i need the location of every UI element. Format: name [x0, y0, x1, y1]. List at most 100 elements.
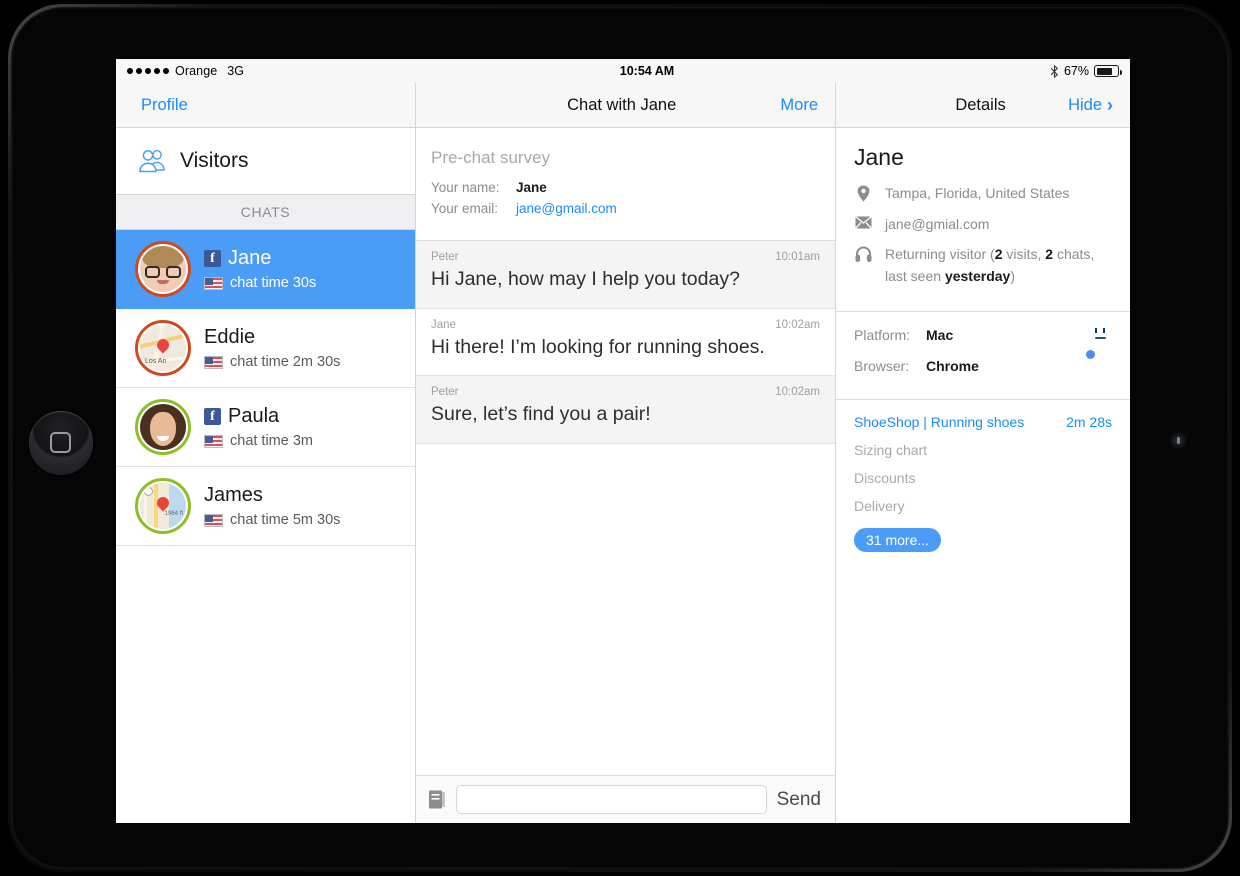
photo-woman-smiling [140, 404, 186, 450]
chats-count: 2 [1045, 246, 1054, 263]
network-type-label: 3G [227, 64, 244, 78]
last-seen-value: yesterday [944, 268, 1011, 285]
map-los-angeles: Los An [140, 325, 186, 371]
chat-list-item-meta: f Paula chat time 3m [204, 405, 313, 449]
chat-list-item-meta: James chat time 5m 30s [204, 484, 340, 528]
visitor-name: Jane [854, 144, 904, 170]
visited-page-row[interactable]: Discounts [854, 470, 1112, 486]
survey-name-label: Your name: [431, 180, 500, 195]
tablet-device-frame: Orange 3G 10:54 AM 67% Profile Chat with… [8, 4, 1232, 872]
chat-list-item-name: Paula [228, 405, 280, 427]
message-author: Peter [431, 386, 459, 399]
avatar [135, 241, 191, 297]
headset-agent-icon [854, 244, 873, 287]
avatar: 1964 ft [135, 478, 191, 534]
survey-email-row: Your email: jane@gmail.com [431, 201, 835, 216]
visitor-location-row: Tampa, Florida, United States [854, 183, 1112, 205]
hide-label: Hide [1068, 95, 1102, 114]
message-author: Peter [431, 251, 459, 263]
visited-pages-list: ShoeShop | Running shoes 2m 28s Sizing c… [836, 400, 1130, 566]
message-timestamp: 10:02am [775, 386, 820, 399]
survey-title: Pre-chat survey [431, 148, 551, 167]
chat-list-item-meta: Eddie chat time 2m 30s [204, 326, 340, 370]
send-button[interactable]: Send [777, 789, 823, 811]
bluetooth-icon [1050, 64, 1059, 78]
chat-list-item-jane[interactable]: f Jane chat time 30s [116, 230, 415, 309]
canned-responses-book-icon[interactable] [428, 789, 446, 810]
message-list: Peter 10:01am Hi Jane, how may I help yo… [416, 241, 835, 775]
visitor-email-row: jane@gmial.com [854, 214, 1112, 236]
message-input[interactable] [456, 785, 767, 814]
nav-left-pane: Profile [116, 83, 416, 128]
visitor-returning-text: Returning visitor (2 visits, 2 chats, las… [885, 244, 1094, 287]
chat-title: Chat with Jane [567, 95, 677, 114]
message-item: Peter 10:01am Hi Jane, how may I help yo… [416, 241, 835, 309]
visited-page-row[interactable]: ShoeShop | Running shoes 2m 28s [854, 414, 1112, 430]
chats-section-header: CHATS [116, 195, 415, 230]
browser-label: Browser: [854, 357, 910, 374]
tech-info: Platform: Mac Browser: Chrome [836, 312, 1130, 400]
details-panel: Jane Tampa, Florida, United States jane@… [836, 128, 1130, 823]
platform-row: Platform: Mac [854, 324, 1112, 346]
message-composer: Send [416, 775, 835, 823]
chat-list-item-time: chat time 5m 30s [230, 512, 341, 528]
survey-email-value[interactable]: jane@gmail.com [516, 201, 617, 216]
visited-page-title: Sizing chart [854, 441, 928, 458]
chat-list-item-meta: f Jane chat time 30s [204, 247, 316, 291]
mac-finder-icon [1090, 324, 1112, 346]
facebook-badge: f [204, 250, 221, 267]
nav-center-pane: Chat with Jane More [416, 83, 836, 128]
hide-details-button[interactable]: Hide › [1068, 96, 1113, 115]
message-author: Jane [431, 318, 456, 331]
signal-strength-dots-icon [127, 68, 169, 74]
status-bar-clock: 10:54 AM [619, 64, 675, 78]
visitors-label: Visitors [180, 149, 249, 172]
chats-word: chats, [1053, 246, 1095, 263]
visited-page-duration: 2m 28s [1066, 413, 1112, 430]
home-button[interactable] [29, 411, 93, 475]
profile-button[interactable]: Profile [141, 96, 188, 115]
message-text: Hi there! I’m looking for running shoes. [431, 335, 765, 358]
visitor-email: jane@gmial.com [885, 215, 990, 232]
us-flag-icon [204, 276, 223, 290]
more-button[interactable]: More [780, 96, 818, 115]
visitor-summary: Jane Tampa, Florida, United States jane@… [836, 128, 1130, 312]
chevron-right-icon: › [1107, 95, 1113, 115]
avatar [135, 399, 191, 455]
chat-list-item-eddie[interactable]: Los An Eddie chat time 2m 30s [116, 309, 415, 388]
chat-list-item-paula[interactable]: f Paula chat time 3m [116, 388, 415, 467]
visits-word: visits, [1002, 246, 1046, 263]
carrier-label: Orange [175, 64, 218, 78]
browser-value: Chrome [926, 357, 979, 374]
message-text: Hi Jane, how may I help you today? [431, 268, 740, 290]
battery-percent-label: 67% [1063, 64, 1089, 78]
map-coastal: 1964 ft [140, 483, 186, 529]
us-flag-icon [204, 513, 223, 527]
visited-page-row[interactable]: Delivery [854, 498, 1112, 514]
visitors-people-icon [139, 149, 165, 173]
more-pages-badge[interactable]: 31 more... [854, 527, 942, 552]
front-camera [1172, 434, 1185, 447]
envelope-icon [854, 214, 873, 236]
visited-page-row[interactable]: Sizing chart [854, 442, 1112, 458]
last-seen-suffix: ) [1010, 268, 1015, 285]
status-bar-right: 67% [1050, 64, 1122, 78]
survey-name-row: Your name: Jane [431, 180, 835, 195]
message-timestamp: 10:01am [775, 251, 820, 263]
returning-prefix: Returning visitor ( [885, 246, 995, 263]
pre-chat-survey: Pre-chat survey Your name: Jane Your ema… [416, 128, 835, 241]
message-item: Jane 10:02am Hi there! I’m looking for r… [416, 308, 835, 377]
tablet-bezel: Orange 3G 10:54 AM 67% Profile Chat with… [11, 7, 1229, 869]
avatar: Los An [135, 320, 191, 376]
visits-count: 2 [994, 246, 1003, 263]
sidebar: Visitors CHATS f Jane chat time 30s Los … [116, 128, 416, 823]
battery-icon [1094, 65, 1122, 77]
chat-list-item-time: chat time 2m 30s [230, 354, 341, 370]
visited-page-title: Delivery [854, 497, 905, 514]
chat-list-item-james[interactable]: 1964 ft James chat time 5m 30s [116, 467, 415, 546]
chat-list-item-time: chat time 3m [230, 433, 313, 449]
survey-email-label: Your email: [431, 201, 499, 216]
sidebar-item-visitors[interactable]: Visitors [116, 128, 415, 195]
nav-right-pane: Details Hide › [836, 83, 1130, 128]
photo-woman-glasses [140, 246, 186, 292]
